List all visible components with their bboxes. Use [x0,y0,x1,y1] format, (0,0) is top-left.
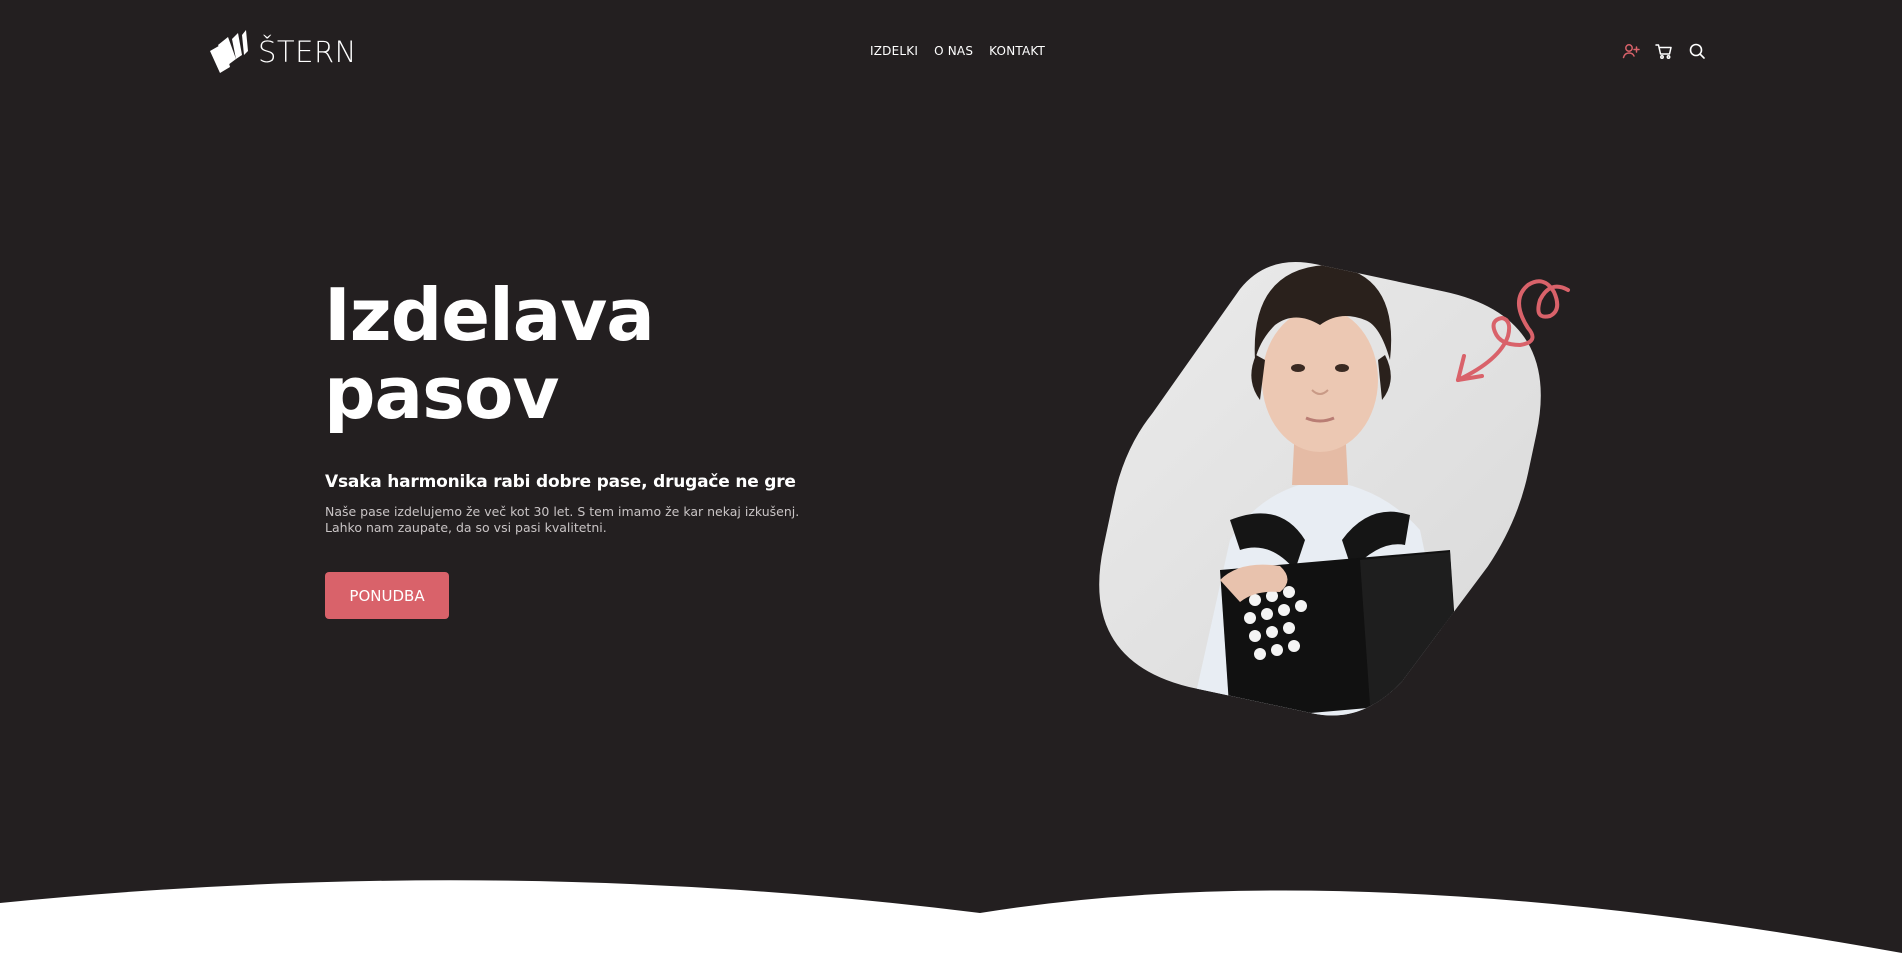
bottom-wave-divider [0,873,1902,953]
decorative-arrow-icon [1450,270,1572,392]
nav-item-o-nas[interactable]: O NAS [934,44,973,58]
user-plus-icon[interactable] [1621,41,1641,61]
main-nav: IZDELKI O NAS KONTAKT [870,44,1045,58]
nav-item-kontakt[interactable]: KONTAKT [989,44,1045,58]
header-actions [1621,41,1707,61]
hero-subtitle: Vsaka harmonika rabi dobre pase, drugače… [325,472,796,492]
logo-mark-icon [210,30,248,73]
offer-button[interactable]: PONUDBA [325,572,449,619]
hero-title-line-1: Izdelava [324,273,655,357]
hero-title: Izdelava pasov [324,276,744,432]
nav-item-izdelki[interactable]: IZDELKI [870,44,918,58]
site-logo[interactable]: ŠTERN [208,28,357,74]
search-icon[interactable] [1687,41,1707,61]
hero-title-line-2: pasov [324,351,559,435]
logo-text: ŠTERN [258,34,357,69]
page: ŠTERN IZDELKI O NAS KONTAKT Izdelava pas… [0,0,1902,953]
hero-description: Naše pase izdelujemo že več kot 30 let. … [325,504,800,535]
cart-icon[interactable] [1654,41,1674,61]
